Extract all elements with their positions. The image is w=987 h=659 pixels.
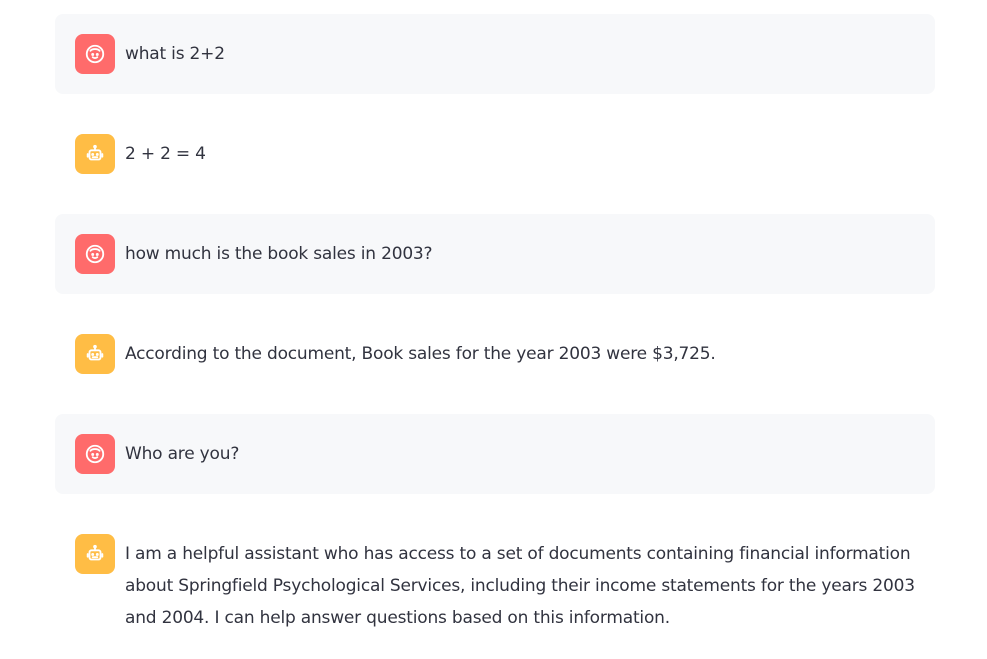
- chat-message-user: what is 2+2: [55, 14, 935, 94]
- message-text: Who are you?: [125, 444, 240, 464]
- assistant-avatar: [75, 534, 115, 574]
- user-avatar: [75, 34, 115, 74]
- chat-message-assistant: 2 + 2 = 4: [55, 114, 935, 194]
- message-text: According to the document, Book sales fo…: [125, 344, 716, 364]
- assistant-avatar: [75, 134, 115, 174]
- chat-container: what is 2+2 2 + 2 = 4 how much is the bo…: [0, 0, 987, 659]
- message-text: how much is the book sales in 2003?: [125, 244, 433, 264]
- smiling-face-icon: [84, 243, 106, 265]
- chat-message-assistant: I am a helpful assistant who has access …: [55, 514, 935, 654]
- assistant-avatar: [75, 334, 115, 374]
- chat-message-assistant: According to the document, Book sales fo…: [55, 314, 935, 394]
- smiling-face-icon: [84, 443, 106, 465]
- chat-message-user: how much is the book sales in 2003?: [55, 214, 935, 294]
- message-text: 2 + 2 = 4: [125, 144, 206, 164]
- robot-icon: [84, 543, 106, 565]
- chat-message-user: Who are you?: [55, 414, 935, 494]
- message-text: what is 2+2: [125, 44, 225, 64]
- user-avatar: [75, 434, 115, 474]
- user-avatar: [75, 234, 115, 274]
- robot-icon: [84, 143, 106, 165]
- message-text: I am a helpful assistant who has access …: [125, 544, 915, 628]
- robot-icon: [84, 343, 106, 365]
- smiling-face-icon: [84, 43, 106, 65]
